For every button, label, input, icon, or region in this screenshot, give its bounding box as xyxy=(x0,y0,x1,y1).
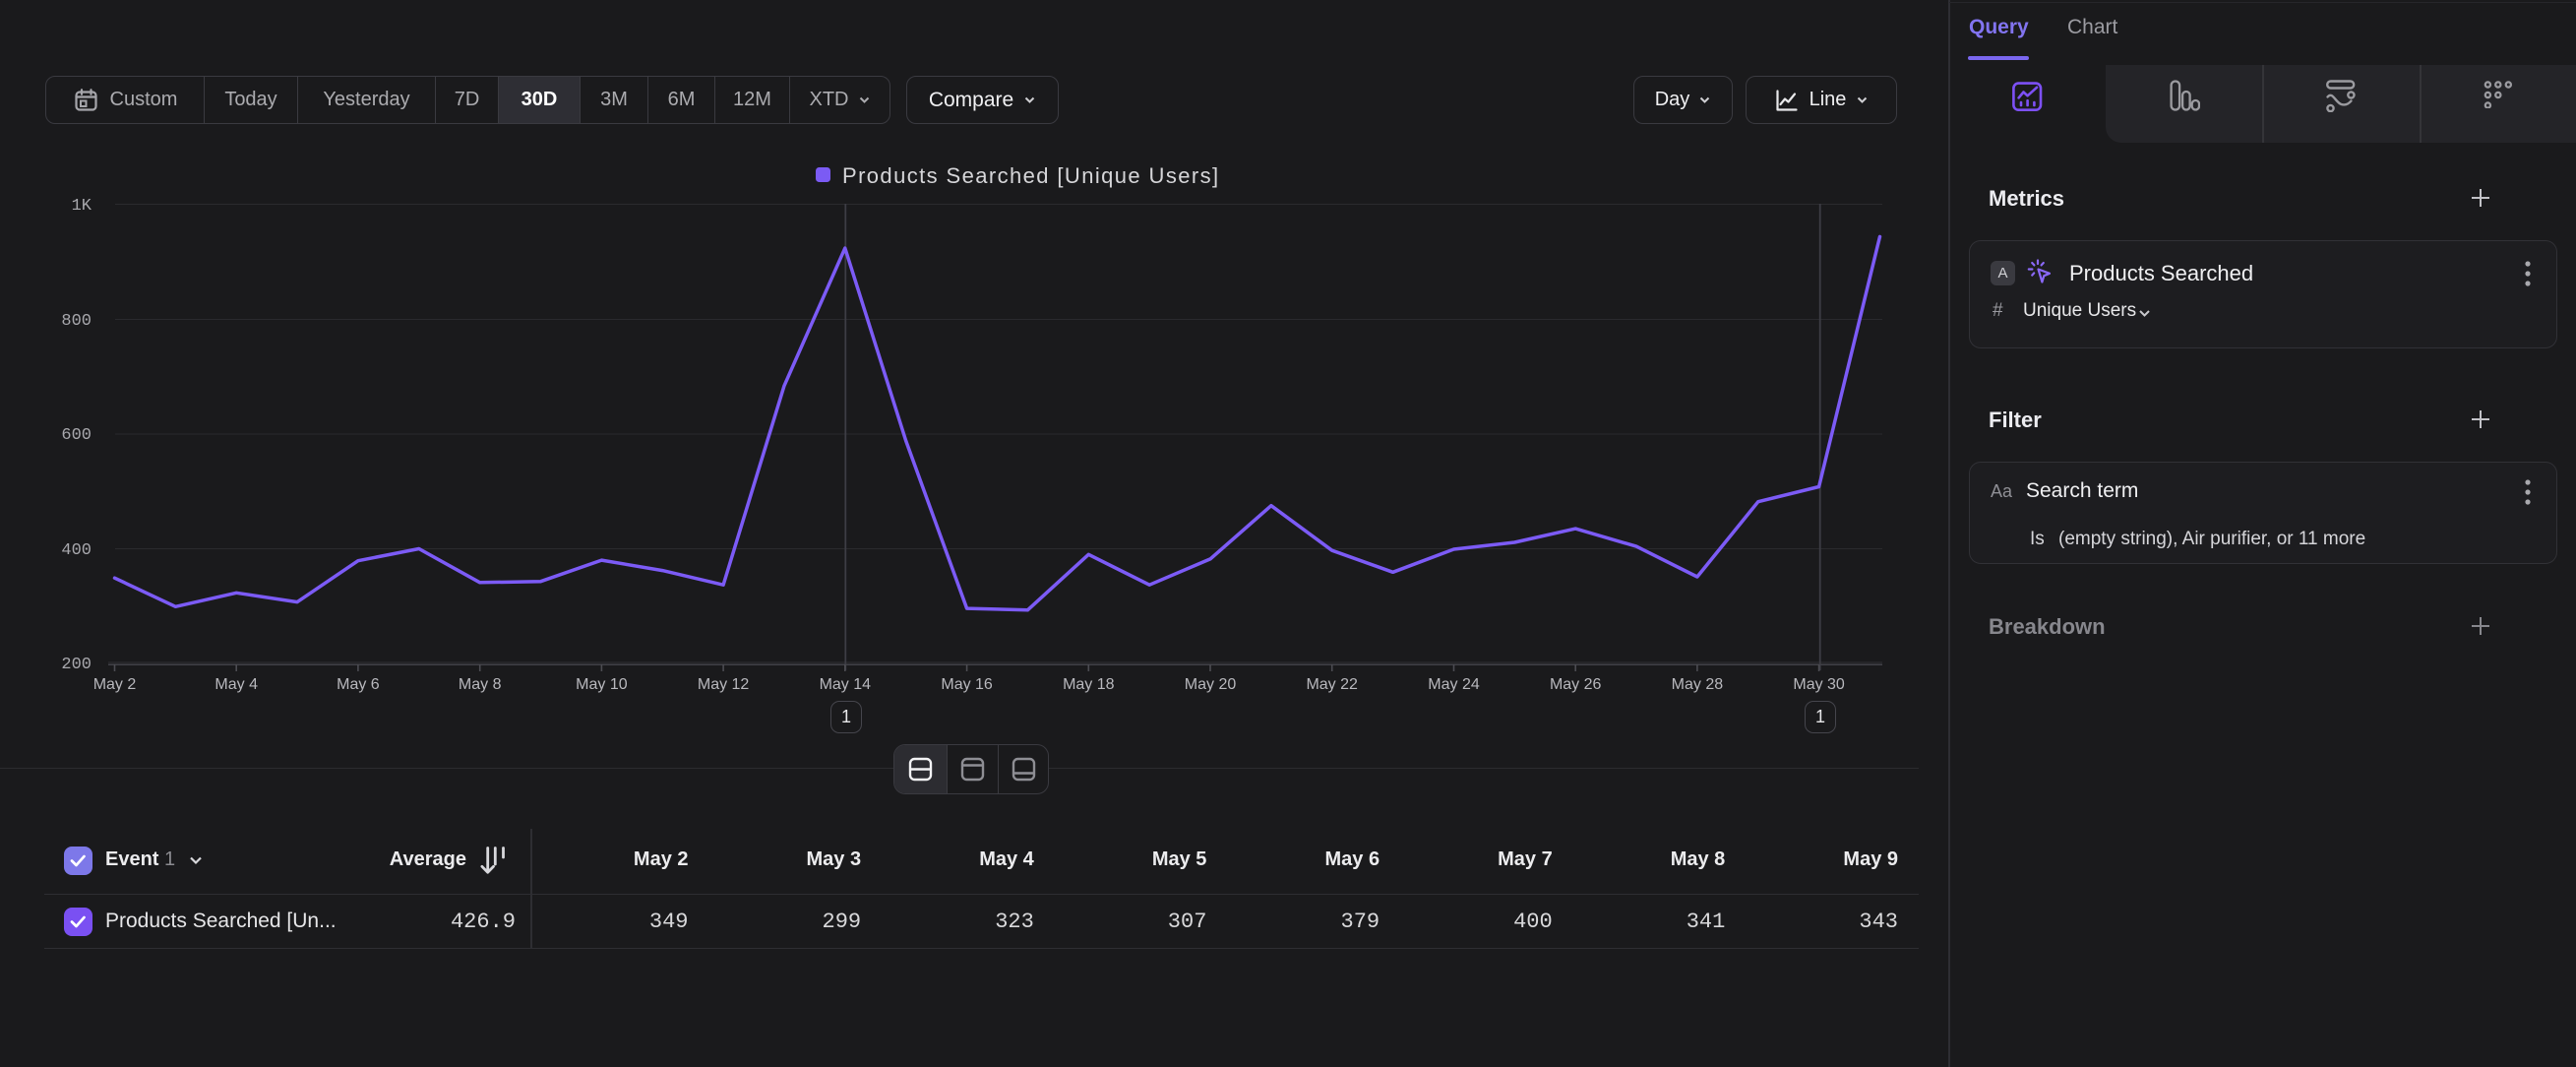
svg-text:1K: 1K xyxy=(72,197,92,216)
svg-text:May 28: May 28 xyxy=(1672,676,1724,693)
svg-text:May 6: May 6 xyxy=(337,676,380,693)
svg-text:May 20: May 20 xyxy=(1185,676,1237,693)
svg-text:May 18: May 18 xyxy=(1063,676,1115,693)
svg-text:May 24: May 24 xyxy=(1428,676,1480,693)
svg-text:May 22: May 22 xyxy=(1306,676,1358,693)
svg-text:May 26: May 26 xyxy=(1550,676,1602,693)
svg-text:May 30: May 30 xyxy=(1793,676,1845,693)
svg-text:May 2: May 2 xyxy=(93,676,137,693)
svg-text:May 12: May 12 xyxy=(698,676,750,693)
svg-text:May 16: May 16 xyxy=(941,676,993,693)
svg-text:May 4: May 4 xyxy=(215,676,258,693)
svg-text:400: 400 xyxy=(61,541,92,560)
svg-text:200: 200 xyxy=(61,656,92,674)
svg-text:May 14: May 14 xyxy=(820,676,872,693)
svg-text:800: 800 xyxy=(61,312,92,331)
svg-text:May 10: May 10 xyxy=(576,676,628,693)
svg-text:May 8: May 8 xyxy=(459,676,502,693)
svg-text:600: 600 xyxy=(61,426,92,445)
